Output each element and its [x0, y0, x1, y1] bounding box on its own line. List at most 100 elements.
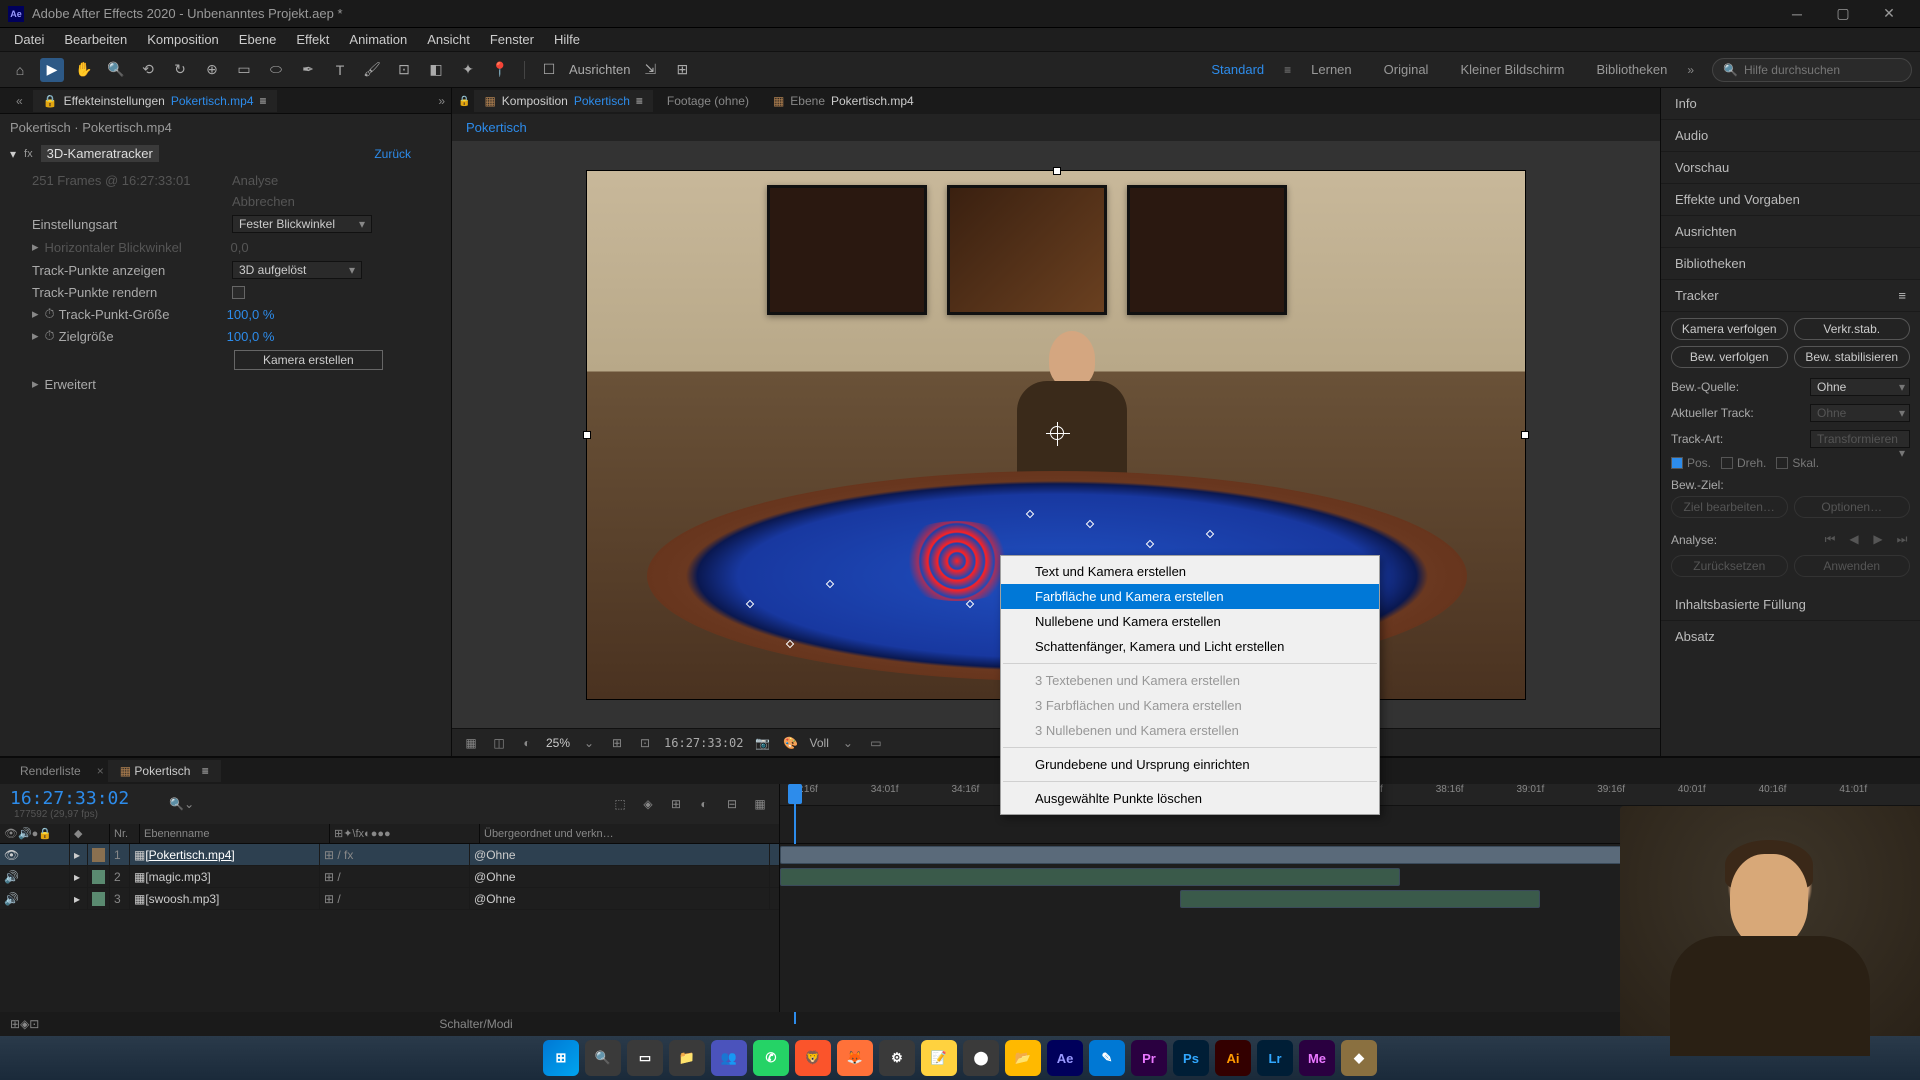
- panel-bibliotheken[interactable]: Bibliotheken: [1661, 248, 1920, 280]
- app-icon[interactable]: ⚙: [879, 1040, 915, 1076]
- transform-handle[interactable]: [1053, 167, 1061, 175]
- resolution-dropdown[interactable]: Voll: [810, 736, 829, 750]
- einstellungsart-dropdown[interactable]: Fester Blickwinkel: [232, 215, 372, 233]
- app3-icon[interactable]: ◆: [1341, 1040, 1377, 1076]
- dreh-checkbox[interactable]: [1721, 457, 1733, 469]
- explorer-icon[interactable]: 📁: [669, 1040, 705, 1076]
- zoom-dropdown-icon[interactable]: ⌄: [580, 736, 598, 750]
- lightroom-icon[interactable]: Lr: [1257, 1040, 1293, 1076]
- eraser-tool-icon[interactable]: ◧: [424, 58, 448, 82]
- guides-icon[interactable]: ⊡: [636, 736, 654, 750]
- zoom-level[interactable]: 25%: [546, 736, 570, 750]
- tl-icon-6[interactable]: ▦: [751, 797, 769, 811]
- folder-icon[interactable]: 📂: [1005, 1040, 1041, 1076]
- expand-icon[interactable]: ▸: [74, 848, 80, 862]
- project-tab-collapsed[interactable]: «: [6, 90, 33, 112]
- expand-icon[interactable]: ▾: [10, 147, 16, 161]
- menu-fenster[interactable]: Fenster: [480, 30, 544, 49]
- workspace-overflow-icon[interactable]: »: [1687, 63, 1694, 77]
- panel-effekte[interactable]: Effekte und Vorgaben: [1661, 184, 1920, 216]
- menu-bearbeiten[interactable]: Bearbeiten: [54, 30, 137, 49]
- bew-stabilisieren-button[interactable]: Bew. stabilisieren: [1794, 346, 1911, 368]
- ctx-schattenfaenger[interactable]: Schattenfänger, Kamera und Licht erstell…: [1001, 634, 1379, 659]
- menu-datei[interactable]: Datei: [4, 30, 54, 49]
- expand-icon[interactable]: ▸: [74, 870, 80, 884]
- stopwatch-icon-2[interactable]: ⏱: [45, 328, 55, 344]
- firefox-icon[interactable]: 🦊: [837, 1040, 873, 1076]
- stamp-tool-icon[interactable]: ⊡: [392, 58, 416, 82]
- ctx-farbflaeche-kamera[interactable]: Farbfläche und Kamera erstellen: [1001, 584, 1379, 609]
- search-taskbar-icon[interactable]: 🔍: [585, 1040, 621, 1076]
- layer-name[interactable]: [swoosh.mp3]: [145, 892, 219, 906]
- tl-icon-4[interactable]: ◐: [695, 797, 713, 811]
- whatsapp-icon[interactable]: ✆: [753, 1040, 789, 1076]
- rotate-tool-icon[interactable]: ↻: [168, 58, 192, 82]
- panel-tracker-header[interactable]: Tracker ≡: [1661, 280, 1920, 312]
- panel-audio[interactable]: Audio: [1661, 120, 1920, 152]
- anchor-tool-icon[interactable]: ⊕: [200, 58, 224, 82]
- illustrator-icon[interactable]: Ai: [1215, 1040, 1251, 1076]
- zielgroesse-val[interactable]: 100,0 %: [227, 329, 275, 344]
- tl-icon-3[interactable]: ⊞: [667, 797, 685, 811]
- tl-icon-1[interactable]: ⬚: [611, 797, 629, 811]
- footer-label[interactable]: Schalter/Modi: [439, 1017, 512, 1031]
- media-encoder-icon[interactable]: Me: [1299, 1040, 1335, 1076]
- ellipse-tool-icon[interactable]: ⬭: [264, 58, 288, 82]
- menu-animation[interactable]: Animation: [339, 30, 417, 49]
- tab-menu-icon[interactable]: ≡: [260, 94, 267, 108]
- tab-timeline-comp[interactable]: ▦ Pokertisch ≡: [108, 760, 221, 782]
- transform-handle[interactable]: [1521, 431, 1529, 439]
- ctx-punkte-loeschen[interactable]: Ausgewählte Punkte löschen: [1001, 786, 1379, 811]
- tab-close-icon[interactable]: ×: [97, 764, 104, 778]
- viewer-lock-icon[interactable]: 🔒: [458, 96, 470, 107]
- maximize-button[interactable]: ▢: [1820, 0, 1866, 28]
- menu-komposition[interactable]: Komposition: [137, 30, 229, 49]
- minimize-button[interactable]: ─: [1774, 0, 1820, 28]
- tp-groesse-val[interactable]: 100,0 %: [227, 307, 275, 322]
- layer-row[interactable]: 👁 ▸ 1 ▦ [Pokertisch.mp4] ⊞ / fx @ Ohne: [0, 844, 779, 866]
- fx-reset-link[interactable]: Zurück: [374, 147, 411, 161]
- notes-icon[interactable]: 📝: [921, 1040, 957, 1076]
- text-tool-icon[interactable]: T: [328, 58, 352, 82]
- tp-rendern-checkbox[interactable]: [232, 286, 245, 299]
- visibility-icon[interactable]: 👁: [4, 827, 18, 840]
- layer-name[interactable]: [Pokertisch.mp4]: [145, 848, 234, 862]
- premiere-icon[interactable]: Pr: [1131, 1040, 1167, 1076]
- layer-row[interactable]: 🔊 ▸ 2 ▦ [magic.mp3] ⊞ / @ Ohne: [0, 866, 779, 888]
- timeline-search-icon[interactable]: 🔍⌄: [169, 797, 194, 811]
- bew-quelle-dropdown[interactable]: Ohne: [1810, 378, 1910, 396]
- lock-col-icon[interactable]: 🔒: [38, 827, 52, 840]
- camera-icon[interactable]: 📷: [754, 736, 772, 750]
- parent-dropdown[interactable]: Ohne: [486, 848, 586, 862]
- start-button[interactable]: ⊞: [543, 1040, 579, 1076]
- pickwhip-icon[interactable]: @: [474, 848, 486, 862]
- taskview-icon[interactable]: ▭: [627, 1040, 663, 1076]
- panel-overflow-icon[interactable]: »: [438, 94, 445, 108]
- resolution-icon[interactable]: ◫: [490, 736, 508, 750]
- viewer-timecode[interactable]: 16:27:33:02: [664, 736, 743, 750]
- brave-icon[interactable]: 🦁: [795, 1040, 831, 1076]
- menu-effekt[interactable]: Effekt: [286, 30, 339, 49]
- snap-grid-icon[interactable]: ⊞: [670, 58, 694, 82]
- workspace-original[interactable]: Original: [1372, 62, 1441, 77]
- parent-dropdown[interactable]: Ohne: [486, 892, 586, 906]
- layer-name[interactable]: [magic.mp3]: [145, 870, 210, 884]
- layer-color-icon[interactable]: [92, 848, 105, 862]
- mask-icon[interactable]: ◐: [518, 736, 536, 750]
- menu-ebene[interactable]: Ebene: [229, 30, 287, 49]
- parent-dropdown[interactable]: Ohne: [486, 870, 586, 884]
- teams-icon[interactable]: 👥: [711, 1040, 747, 1076]
- app2-icon[interactable]: ✎: [1089, 1040, 1125, 1076]
- panel-inhaltsbasierte[interactable]: Inhaltsbasierte Füllung: [1661, 589, 1920, 621]
- audio-icon[interactable]: 🔊: [18, 827, 32, 840]
- toggle-switches-icon[interactable]: ⊞: [10, 1017, 20, 1031]
- pickwhip-icon[interactable]: @: [474, 892, 486, 906]
- pen-tool-icon[interactable]: ✒: [296, 58, 320, 82]
- menu-hilfe[interactable]: Hilfe: [544, 30, 590, 49]
- workspace-lernen[interactable]: Lernen: [1299, 62, 1363, 77]
- rect-tool-icon[interactable]: ▭: [232, 58, 256, 82]
- hand-tool-icon[interactable]: ✋: [72, 58, 96, 82]
- magnify-icon[interactable]: ▦: [462, 736, 480, 750]
- bew-verfolgen-button[interactable]: Bew. verfolgen: [1671, 346, 1788, 368]
- erweitert-label[interactable]: Erweitert: [45, 377, 245, 392]
